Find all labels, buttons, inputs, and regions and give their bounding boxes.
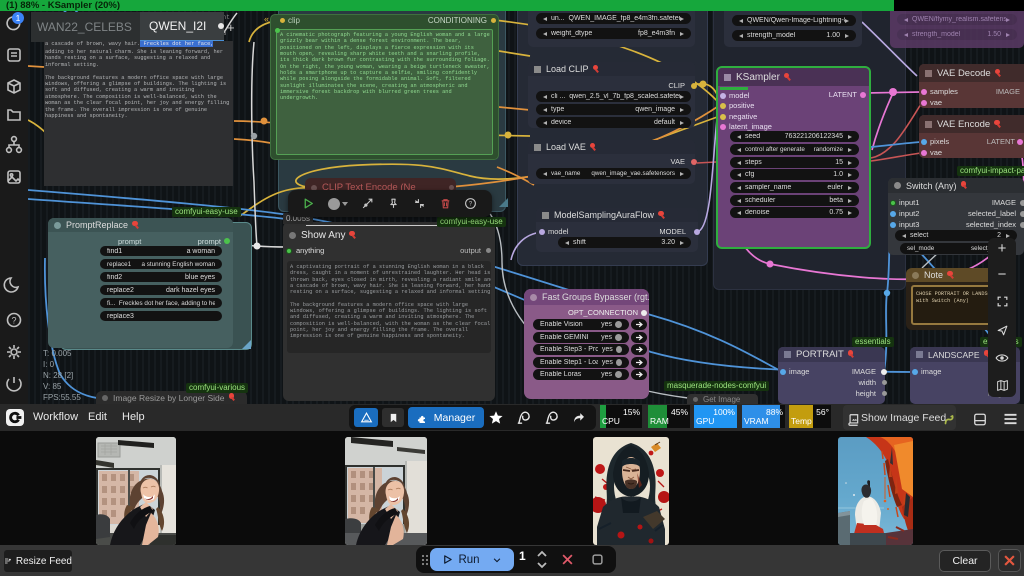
svg-text:?: ? <box>11 316 16 326</box>
svg-text:1: 1 <box>16 13 21 23</box>
svg-text:?: ? <box>469 202 473 208</box>
